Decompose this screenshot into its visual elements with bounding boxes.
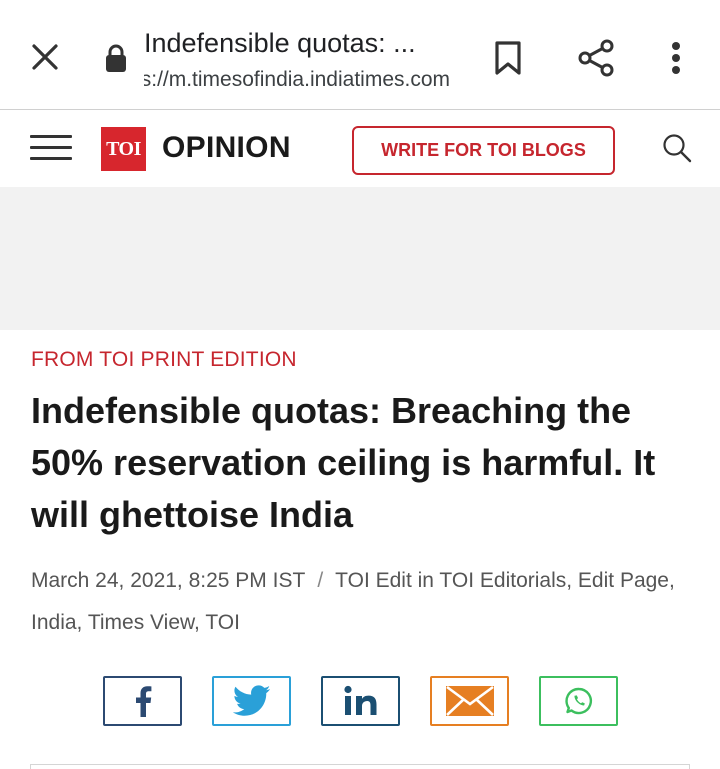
page-url[interactable]: https://m.timesofindia.indiatimes.com [144, 68, 450, 92]
toi-logo[interactable]: TOI [101, 127, 146, 171]
bookmark-icon [495, 41, 521, 75]
lock-icon[interactable] [104, 43, 128, 73]
share-button[interactable] [574, 36, 618, 80]
ad-placeholder [0, 187, 720, 330]
menu-icon[interactable] [30, 135, 72, 163]
search-button[interactable] [660, 131, 694, 165]
twitter-share-button[interactable] [212, 676, 291, 726]
close-tab-button[interactable] [24, 36, 66, 78]
article-date: March 24, 2021, 8:25 PM IST [31, 569, 306, 592]
next-content-card [30, 764, 690, 769]
search-icon [663, 134, 692, 163]
more-vert-icon [672, 42, 680, 74]
twitter-icon [232, 685, 270, 716]
close-icon [32, 44, 58, 70]
linkedin-icon [343, 685, 376, 715]
whatsapp-icon [564, 687, 592, 715]
email-icon [445, 685, 494, 716]
article-kicker[interactable]: FROM TOI PRINT EDITION [31, 348, 297, 372]
browser-toolbar: Indefensible quotas: ... https://m.times… [0, 0, 720, 110]
facebook-icon [135, 686, 151, 717]
linkedin-share-button[interactable] [321, 676, 400, 726]
share-buttons [103, 676, 623, 726]
section-title[interactable]: OPINION [162, 131, 291, 165]
site-header: TOI OPINION WRITE FOR TOI BLOGS [0, 111, 720, 187]
facebook-share-button[interactable] [103, 676, 182, 726]
write-for-toi-blogs-button[interactable]: WRITE FOR TOI BLOGS [352, 126, 615, 175]
share-icon [578, 39, 614, 77]
meta-separator: / [317, 569, 324, 592]
bookmark-button[interactable] [488, 36, 528, 80]
article-headline: Indefensible quotas: Breaching the 50% r… [31, 390, 656, 535]
page-title[interactable]: Indefensible quotas: ... [144, 28, 444, 59]
article-meta: March 24, 2021, 8:25 PM IST / TOI Edit in … [31, 560, 701, 644]
email-share-button[interactable] [430, 676, 509, 726]
more-options-button[interactable] [660, 36, 692, 80]
whatsapp-share-button[interactable] [539, 676, 618, 726]
